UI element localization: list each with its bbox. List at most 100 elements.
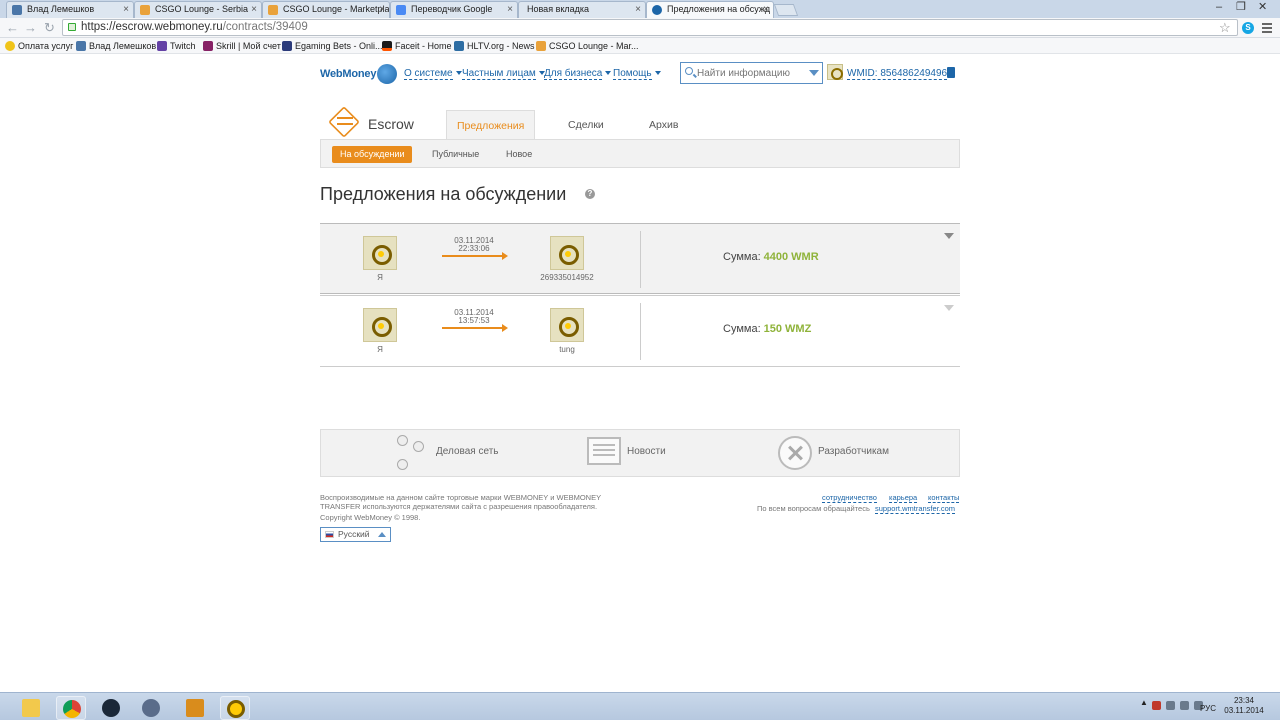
- bookmark-star-icon[interactable]: ☆: [1219, 20, 1231, 36]
- keeper-book-icon[interactable]: [947, 67, 955, 78]
- tab-archive[interactable]: Архив: [639, 110, 688, 140]
- subtab-discussion[interactable]: На обсуждении: [332, 146, 413, 163]
- input-language[interactable]: РУС: [1200, 704, 1216, 713]
- recipient-avatar[interactable]: [550, 308, 584, 342]
- tab-offers[interactable]: Предложения: [446, 110, 536, 140]
- language-select[interactable]: Русский: [320, 527, 391, 542]
- new-tab-button[interactable]: [773, 4, 799, 16]
- system-clock[interactable]: 23:34 03.11.2014: [1224, 696, 1264, 716]
- browser-tab[interactable]: Влад Лемешков ×: [6, 1, 134, 18]
- webmoney-logo[interactable]: WebMoney: [320, 68, 376, 80]
- bookmark-label: Skrill | Мой счет: [216, 41, 281, 51]
- chevron-down-icon: [605, 71, 612, 75]
- chevron-down-icon[interactable]: [944, 305, 954, 311]
- bookmark-item[interactable]: Влад Лемешков: [76, 40, 156, 52]
- close-icon[interactable]: ×: [251, 2, 257, 17]
- bookmark-item[interactable]: Twitch: [157, 40, 196, 52]
- bookmark-label: Faceit - Home: [395, 41, 452, 51]
- help-icon[interactable]: ?: [585, 189, 595, 199]
- bookmark-item[interactable]: CSGO Lounge - Mar...: [536, 40, 639, 52]
- link-contacts[interactable]: контакты: [928, 493, 960, 503]
- browser-tab[interactable]: CSGO Lounge - Marketpla ×: [262, 1, 390, 18]
- nav-about[interactable]: О системе: [404, 68, 462, 80]
- chevron-down-icon: [654, 71, 661, 75]
- bookmark-item[interactable]: Оплата услуг: [5, 40, 73, 52]
- maximize-icon[interactable]: ❐: [1236, 0, 1246, 14]
- search-dropdown-icon[interactable]: [809, 70, 819, 76]
- explorer-button[interactable]: [16, 696, 46, 720]
- footer-business-network[interactable]: Деловая сеть: [436, 446, 499, 457]
- nav-label: О системе: [404, 68, 453, 80]
- bookmark-label: HLTV.org - News: [467, 41, 535, 51]
- webmoney-globe-icon: [652, 5, 662, 15]
- folder-icon: [22, 699, 40, 717]
- steam-button[interactable]: [96, 696, 126, 720]
- forward-icon[interactable]: →: [24, 20, 37, 36]
- deal-row[interactable]: Я 03.11.2014 22:33:06 269335014952 Сумма:…: [320, 223, 960, 294]
- business-network-icon[interactable]: [395, 435, 433, 473]
- deal-row[interactable]: Я 03.11.2014 13:57:53 tung Сумма: 150 WMZ: [320, 295, 960, 366]
- sender-avatar[interactable]: [363, 308, 397, 342]
- footer-sections: Деловая сеть Новости Разработчикам: [320, 429, 960, 477]
- browser-tab[interactable]: Переводчик Google ×: [390, 1, 518, 18]
- escrow-title[interactable]: Escrow: [368, 116, 414, 132]
- wmid-link[interactable]: WMID: 856486249496: [847, 68, 948, 80]
- close-window-icon[interactable]: ✕: [1258, 0, 1267, 14]
- csgo-button[interactable]: [180, 696, 210, 720]
- subtab-label: Новое: [506, 149, 533, 159]
- teamspeak-button[interactable]: [136, 696, 166, 720]
- search-input[interactable]: [697, 66, 807, 80]
- sender-avatar[interactable]: [363, 236, 397, 270]
- reload-icon[interactable]: ↻: [44, 20, 55, 36]
- egaming-icon: [282, 41, 292, 51]
- browser-tab[interactable]: CSGO Lounge - Serbia ×: [134, 1, 262, 18]
- webmoney-globe-icon[interactable]: [377, 64, 397, 84]
- tray-app-icon[interactable]: [1152, 701, 1161, 710]
- vk-icon: [76, 41, 86, 51]
- close-icon[interactable]: ×: [763, 2, 769, 17]
- chrome-button[interactable]: [56, 696, 86, 720]
- webmoney-keeper-button[interactable]: [220, 696, 250, 720]
- network-icon[interactable]: [1180, 701, 1189, 710]
- tray-expand-icon[interactable]: ▲: [1140, 698, 1148, 707]
- steam-icon: [102, 699, 120, 717]
- news-icon[interactable]: [587, 437, 621, 465]
- bookmark-item[interactable]: Skrill | Мой счет: [203, 40, 281, 52]
- footer-news[interactable]: Новости: [627, 446, 666, 457]
- divider: [320, 366, 960, 367]
- bookmark-item[interactable]: HLTV.org - News: [454, 40, 535, 52]
- back-icon[interactable]: ←: [6, 20, 19, 36]
- close-icon[interactable]: ×: [379, 2, 385, 17]
- minimize-icon[interactable]: –: [1216, 0, 1222, 14]
- support-link[interactable]: support.wmtransfer.com: [875, 504, 956, 514]
- browser-tab-active[interactable]: Предложения на обсужд ×: [646, 1, 774, 18]
- link-cooperation[interactable]: сотрудничество: [822, 493, 877, 503]
- subtab-public[interactable]: Публичные: [424, 146, 487, 163]
- lock-icon: [68, 23, 76, 31]
- nav-help[interactable]: Помощь: [613, 68, 661, 80]
- address-bar[interactable]: https://escrow.webmoney.ru/contracts/394…: [62, 19, 1238, 36]
- vk-icon: [12, 5, 22, 15]
- footer-developers[interactable]: Разработчикам: [818, 446, 889, 457]
- bookmark-item[interactable]: Egaming Bets - Onli...: [282, 40, 383, 52]
- bookmark-label: Оплата услуг: [18, 41, 74, 51]
- tab-label: Предложения: [457, 120, 525, 132]
- close-icon[interactable]: ×: [635, 2, 641, 17]
- tools-icon[interactable]: [778, 436, 812, 470]
- chevron-down-icon[interactable]: [944, 233, 954, 239]
- nav-individuals[interactable]: Частным лицам: [462, 68, 545, 80]
- browser-menu-icon[interactable]: [1262, 23, 1272, 33]
- wmid-avatar[interactable]: [827, 64, 843, 80]
- skype-icon[interactable]: S: [1242, 22, 1254, 34]
- close-icon[interactable]: ×: [123, 2, 129, 17]
- recipient-avatar[interactable]: [550, 236, 584, 270]
- nav-business[interactable]: Для бизнеса: [544, 68, 612, 80]
- tray-app-icon[interactable]: [1166, 701, 1175, 710]
- tab-deals[interactable]: Сделки: [558, 110, 614, 140]
- bookmark-item[interactable]: Faceit - Home: [382, 40, 452, 52]
- subtab-new[interactable]: Новое: [498, 146, 540, 163]
- browser-tab[interactable]: Новая вкладка ×: [518, 1, 646, 18]
- close-icon[interactable]: ×: [507, 2, 513, 17]
- tab-label: Архив: [649, 119, 679, 131]
- link-careers[interactable]: карьера: [889, 493, 918, 503]
